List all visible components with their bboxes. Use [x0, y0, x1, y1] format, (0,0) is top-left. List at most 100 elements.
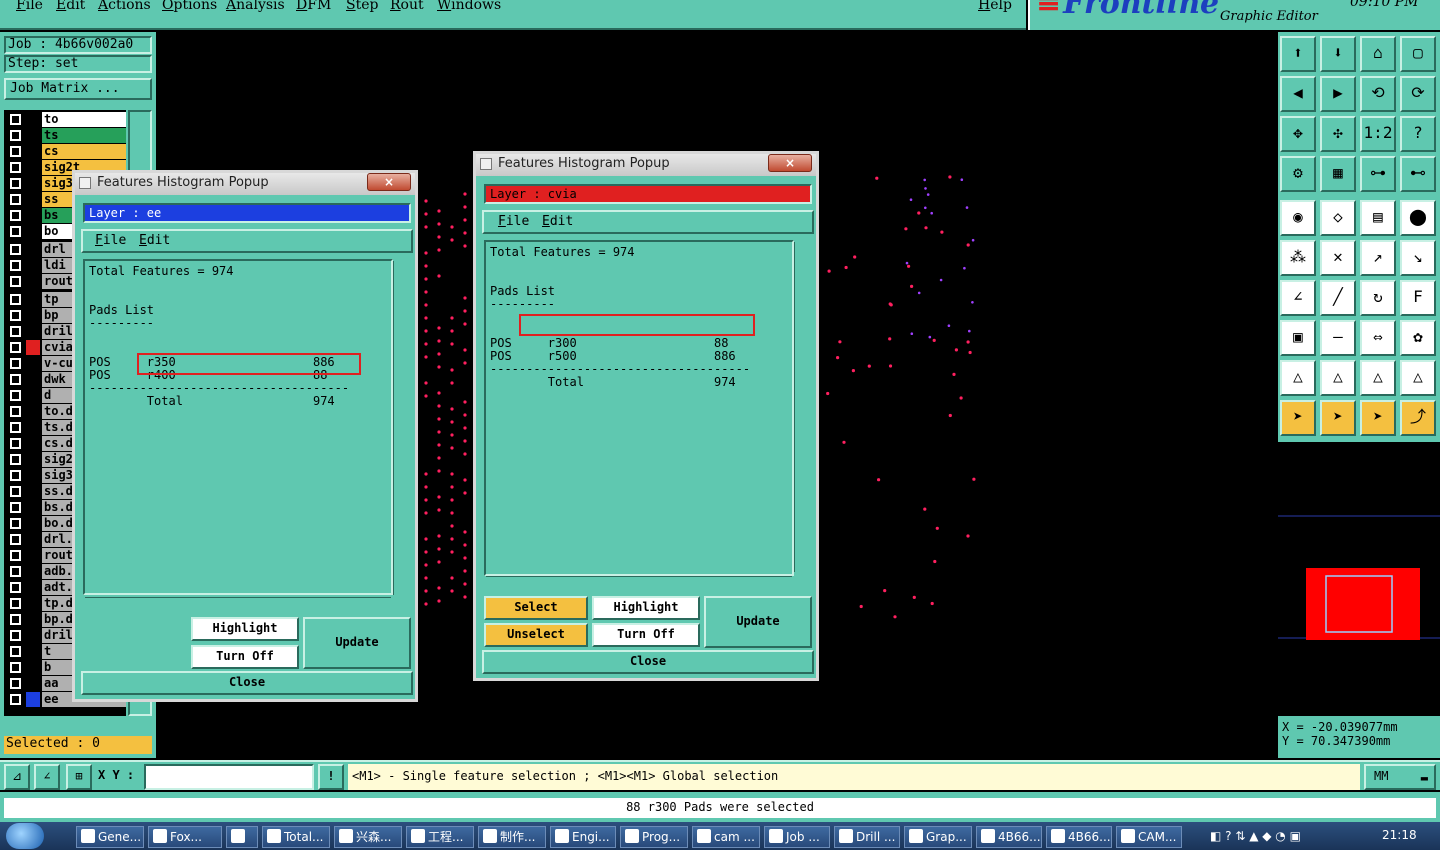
- arrow-icon[interactable]: ↘: [1400, 240, 1436, 276]
- cross-icon[interactable]: ✕: [1320, 240, 1356, 276]
- exclamation-button[interactable]: !: [318, 764, 344, 790]
- popup1-vertical-scrollbar[interactable]: [393, 261, 407, 595]
- layer-checkbox[interactable]: [10, 260, 21, 271]
- menu-analysis[interactable]: Analysis: [226, 0, 285, 13]
- layer-checkbox[interactable]: [10, 518, 21, 529]
- route-icon[interactable]: ⤴: [1400, 400, 1436, 436]
- popup1-horizontal-scrollbar[interactable]: [85, 597, 391, 609]
- snap-right-icon[interactable]: ⊷: [1400, 156, 1436, 192]
- layer-checkbox[interactable]: [10, 342, 21, 353]
- layer-checkbox[interactable]: [10, 678, 21, 689]
- popup2-close-x-button[interactable]: ×: [768, 154, 812, 172]
- frame-icon[interactable]: ▢: [1400, 36, 1436, 72]
- layer-checkbox[interactable]: [10, 374, 21, 385]
- layer-checkbox[interactable]: [10, 244, 21, 255]
- taskbar-item[interactable]: 兴森...: [334, 826, 402, 848]
- start-button[interactable]: [6, 823, 44, 849]
- job-matrix-button[interactable]: Job Matrix ...: [4, 78, 152, 100]
- layer-checkbox[interactable]: [10, 114, 21, 125]
- ruler-icon[interactable]: ▤: [1360, 200, 1396, 236]
- menu-actions[interactable]: Actions: [98, 0, 151, 13]
- dimension-icon[interactable]: ⇔: [1360, 320, 1396, 356]
- layer-checkbox[interactable]: [10, 406, 21, 417]
- layer-name[interactable]: ts: [42, 128, 126, 143]
- layer-checkbox[interactable]: [10, 582, 21, 593]
- xy-input[interactable]: [144, 764, 314, 790]
- zoom-fit-icon[interactable]: ✥: [1280, 116, 1316, 152]
- popup2-menu-edit[interactable]: Edit: [542, 212, 573, 232]
- pad-icon[interactable]: ◉: [1280, 200, 1316, 236]
- net-icon[interactable]: ⁂: [1280, 240, 1316, 276]
- popup1-highlight-button[interactable]: Highlight: [191, 617, 299, 641]
- taskbar-item[interactable]: Total...: [262, 826, 330, 848]
- layer-name[interactable]: to: [42, 112, 126, 127]
- menu-help[interactable]: Help: [978, 0, 1012, 13]
- popup2-highlight-button[interactable]: Highlight: [592, 596, 700, 620]
- select-2-icon[interactable]: ➤: [1320, 400, 1356, 436]
- home-icon[interactable]: ⌂: [1360, 36, 1396, 72]
- scale-icon[interactable]: 1:2: [1360, 116, 1396, 152]
- popup1-text-area[interactable]: Total Features = 974 Pads List --------- PO…: [83, 259, 393, 595]
- layer-name[interactable]: cs: [42, 144, 126, 159]
- popup2-select-button[interactable]: Select: [484, 596, 588, 620]
- snap-left-icon[interactable]: ⊶: [1360, 156, 1396, 192]
- taskbar-item[interactable]: Drill ...: [834, 826, 900, 848]
- layer-checkbox[interactable]: [10, 646, 21, 657]
- circle-icon[interactable]: ⬤: [1400, 200, 1436, 236]
- line-icon[interactable]: ↗: [1360, 240, 1396, 276]
- layer-checkbox[interactable]: [10, 178, 21, 189]
- grid-icon[interactable]: ▦: [1320, 156, 1356, 192]
- menu-options[interactable]: Options: [162, 0, 217, 13]
- menu-step[interactable]: Step: [346, 0, 378, 13]
- popup2-titlebar[interactable]: Features Histogram Popup: [476, 154, 816, 176]
- popup1-close-button[interactable]: Close: [81, 671, 413, 695]
- popup2-menu-file[interactable]: File: [498, 212, 529, 232]
- popup2-vertical-scrollbar[interactable]: [794, 242, 808, 572]
- taskbar-item[interactable]: Engi...: [550, 826, 616, 848]
- taskbar-item[interactable]: 制作...: [478, 826, 546, 848]
- menu-dfm[interactable]: DFM: [296, 0, 331, 13]
- units-select[interactable]: MM ▬: [1364, 764, 1436, 790]
- layer-checkbox[interactable]: [10, 310, 21, 321]
- pan-up-icon[interactable]: ⬆: [1280, 36, 1316, 72]
- taskbar-item[interactable]: cam ...: [692, 826, 760, 848]
- layer-checkbox[interactable]: [10, 358, 21, 369]
- layer-checkbox[interactable]: [10, 390, 21, 401]
- taskbar-item[interactable]: CAM...: [1116, 826, 1182, 848]
- layer-checkbox[interactable]: [10, 210, 21, 221]
- pad-add-icon[interactable]: ▣: [1280, 320, 1316, 356]
- layer-checkbox[interactable]: [10, 438, 21, 449]
- popup1-close-x-button[interactable]: ×: [367, 173, 411, 191]
- menu-windows[interactable]: Windows: [437, 0, 501, 13]
- popup2-horizontal-scrollbar[interactable]: [486, 576, 792, 588]
- popup1-update-button[interactable]: Update: [303, 617, 411, 669]
- taskbar-item[interactable]: 4B66...: [1046, 826, 1112, 848]
- layer-checkbox[interactable]: [10, 130, 21, 141]
- taskbar-item[interactable]: 4B66...: [976, 826, 1042, 848]
- layer-checkbox[interactable]: [10, 422, 21, 433]
- layer-checkbox[interactable]: [10, 694, 21, 705]
- layer-checkbox[interactable]: [10, 598, 21, 609]
- select-icon[interactable]: ➤: [1280, 400, 1316, 436]
- taskbar-item[interactable]: Gene...: [76, 826, 144, 848]
- triangle-icon[interactable]: △: [1280, 360, 1316, 396]
- taskbar-item[interactable]: Fox...: [148, 826, 222, 848]
- popup1-titlebar[interactable]: Features Histogram Popup: [75, 173, 415, 195]
- taskbar-item[interactable]: Grap...: [904, 826, 972, 848]
- menu-file[interactable]: File: [16, 0, 43, 13]
- select-3-icon[interactable]: ➤: [1360, 400, 1396, 436]
- popup2-unselect-button[interactable]: Unselect: [484, 623, 588, 647]
- layer-checkbox[interactable]: [10, 326, 21, 337]
- layer-row-0[interactable]: to: [4, 112, 126, 127]
- arc-icon[interactable]: ↻: [1360, 280, 1396, 316]
- zoom-center-icon[interactable]: ✣: [1320, 116, 1356, 152]
- popup2-update-button[interactable]: Update: [704, 596, 812, 648]
- layer-checkbox[interactable]: [10, 662, 21, 673]
- popup1-menu-edit[interactable]: Edit: [139, 231, 170, 251]
- popup2-text-area[interactable]: Total Features = 974 Pads List --------- PO…: [484, 240, 794, 576]
- undo-icon[interactable]: ⟲: [1360, 76, 1396, 112]
- slash-icon[interactable]: ╱: [1320, 280, 1356, 316]
- layer-checkbox[interactable]: [10, 146, 21, 157]
- overview-map[interactable]: [1278, 442, 1440, 716]
- popup2-turn-off-button[interactable]: Turn Off: [592, 623, 700, 647]
